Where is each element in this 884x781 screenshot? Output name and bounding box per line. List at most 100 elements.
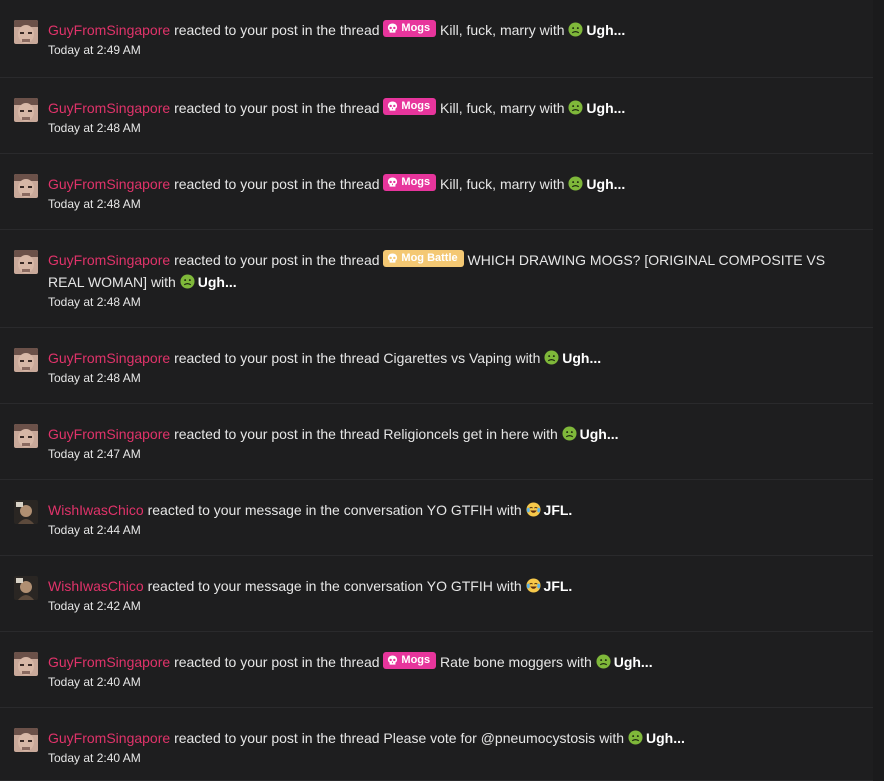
thread-prefix-badge[interactable]: Mogs	[383, 98, 437, 115]
nauseated-face-icon	[628, 730, 646, 746]
alert-text: WishIwasChico reacted to your message in…	[48, 499, 861, 521]
scrollbar[interactable]	[873, 0, 884, 781]
thread-prefix-label: Mog Battle	[401, 252, 458, 264]
nauseated-face-icon	[562, 426, 580, 442]
avatar[interactable]	[14, 728, 38, 752]
thread-prefix-badge[interactable]: Mogs	[383, 20, 437, 37]
nauseated-face-icon	[596, 654, 614, 670]
username-link[interactable]: GuyFromSingapore	[48, 730, 170, 746]
alert-timestamp: Today at 2:42 AM	[48, 599, 141, 613]
reaction-name: JFL.	[543, 502, 573, 518]
with-label: with	[150, 274, 176, 290]
thread-prefix-badge[interactable]: Mogs	[383, 652, 437, 669]
alert-action: reacted to your post in the thread	[174, 730, 380, 746]
content-title-link[interactable]: Rate bone moggers	[440, 654, 563, 670]
alert-text: GuyFromSingapore reacted to your post in…	[48, 651, 861, 673]
content-title-link[interactable]: Please vote for @pneumocystosis	[383, 730, 595, 746]
reaction-name: Ugh...	[562, 350, 602, 366]
username-link[interactable]: GuyFromSingapore	[48, 22, 170, 38]
nauseated-face-icon	[180, 274, 198, 290]
skull-icon	[388, 23, 398, 33]
username-link[interactable]: GuyFromSingapore	[48, 426, 170, 442]
joy-tears-icon	[526, 502, 544, 518]
alert-text: GuyFromSingapore reacted to your post in…	[48, 173, 861, 195]
thread-prefix-badge[interactable]: Mogs	[383, 174, 437, 191]
avatar[interactable]	[14, 98, 38, 122]
alert-action: reacted to your message in the conversat…	[147, 502, 424, 518]
content-title-link[interactable]: Kill, fuck, marry	[440, 176, 536, 192]
avatar[interactable]	[14, 174, 38, 198]
alert-item[interactable]: GuyFromSingapore reacted to your post in…	[0, 328, 873, 404]
avatar[interactable]	[14, 20, 38, 44]
alert-action: reacted to your post in the thread	[174, 350, 380, 366]
alert-item[interactable]: GuyFromSingapore reacted to your post in…	[0, 708, 873, 781]
avatar[interactable]	[14, 348, 38, 372]
with-label: with	[539, 22, 565, 38]
thread-prefix-label: Mogs	[401, 654, 431, 666]
username-link[interactable]: GuyFromSingapore	[48, 100, 170, 116]
alert-text: GuyFromSingapore reacted to your post in…	[48, 347, 861, 369]
avatar[interactable]	[14, 652, 38, 676]
alert-text: GuyFromSingapore reacted to your post in…	[48, 249, 861, 293]
alert-timestamp: Today at 2:48 AM	[48, 121, 141, 135]
alert-timestamp: Today at 2:47 AM	[48, 447, 141, 461]
username-link[interactable]: GuyFromSingapore	[48, 654, 170, 670]
skull-icon	[388, 253, 398, 263]
with-label: with	[496, 502, 522, 518]
nauseated-face-icon	[568, 100, 586, 116]
content-title-link[interactable]: Kill, fuck, marry	[440, 22, 536, 38]
username-link[interactable]: GuyFromSingapore	[48, 176, 170, 192]
alert-item[interactable]: GuyFromSingapore reacted to your post in…	[0, 632, 873, 708]
avatar[interactable]	[14, 250, 38, 274]
avatar[interactable]	[14, 424, 38, 448]
alert-text: GuyFromSingapore reacted to your post in…	[48, 97, 861, 119]
reaction-name: JFL.	[543, 578, 573, 594]
alert-item[interactable]: WishIwasChico reacted to your message in…	[0, 480, 873, 556]
alert-item[interactable]: GuyFromSingapore reacted to your post in…	[0, 0, 873, 78]
avatar[interactable]	[14, 576, 38, 600]
alert-timestamp: Today at 2:44 AM	[48, 523, 141, 537]
nauseated-face-icon	[568, 22, 586, 38]
alert-item[interactable]: GuyFromSingapore reacted to your post in…	[0, 78, 873, 154]
alert-timestamp: Today at 2:40 AM	[48, 675, 141, 689]
username-link[interactable]: GuyFromSingapore	[48, 350, 170, 366]
alert-timestamp: Today at 2:40 AM	[48, 751, 141, 765]
username-link[interactable]: WishIwasChico	[48, 502, 144, 518]
with-label: with	[539, 100, 565, 116]
reaction-name: Ugh...	[586, 22, 626, 38]
with-label: with	[515, 350, 541, 366]
content-title-link[interactable]: YO GTFIH	[427, 502, 493, 518]
thread-prefix-badge[interactable]: Mog Battle	[383, 250, 464, 267]
username-link[interactable]: GuyFromSingapore	[48, 252, 170, 268]
content-title-link[interactable]: Religioncels get in here	[383, 426, 529, 442]
reaction-name: Ugh...	[197, 274, 237, 290]
alert-action: reacted to your post in the thread	[174, 100, 380, 116]
avatar[interactable]	[14, 500, 38, 524]
skull-icon	[388, 655, 398, 665]
with-label: with	[599, 730, 625, 746]
content-title-link[interactable]: Kill, fuck, marry	[440, 100, 536, 116]
content-title-link[interactable]: YO GTFIH	[427, 578, 493, 594]
alert-item[interactable]: GuyFromSingapore reacted to your post in…	[0, 404, 873, 480]
reaction-name: Ugh...	[586, 176, 626, 192]
joy-tears-icon	[526, 578, 544, 594]
alert-item[interactable]: GuyFromSingapore reacted to your post in…	[0, 230, 873, 328]
username-link[interactable]: WishIwasChico	[48, 578, 144, 594]
alert-item[interactable]: GuyFromSingapore reacted to your post in…	[0, 154, 873, 230]
alert-action: reacted to your post in the thread	[174, 654, 380, 670]
content-title-link[interactable]: Cigarettes vs Vaping	[383, 350, 511, 366]
alert-action: reacted to your post in the thread	[174, 22, 380, 38]
alert-action: reacted to your post in the thread	[174, 426, 380, 442]
alert-action: reacted to your message in the conversat…	[147, 578, 424, 594]
alert-text: GuyFromSingapore reacted to your post in…	[48, 727, 861, 749]
reaction-name: Ugh...	[579, 426, 619, 442]
reaction-name: Ugh...	[586, 100, 626, 116]
nauseated-face-icon	[568, 176, 586, 192]
with-label: with	[539, 176, 565, 192]
alert-text: WishIwasChico reacted to your message in…	[48, 575, 861, 597]
alert-timestamp: Today at 2:49 AM	[48, 43, 141, 57]
alert-timestamp: Today at 2:48 AM	[48, 371, 141, 385]
thread-prefix-label: Mogs	[401, 22, 431, 34]
alert-action: reacted to your post in the thread	[174, 252, 380, 268]
alert-item[interactable]: WishIwasChico reacted to your message in…	[0, 556, 873, 632]
